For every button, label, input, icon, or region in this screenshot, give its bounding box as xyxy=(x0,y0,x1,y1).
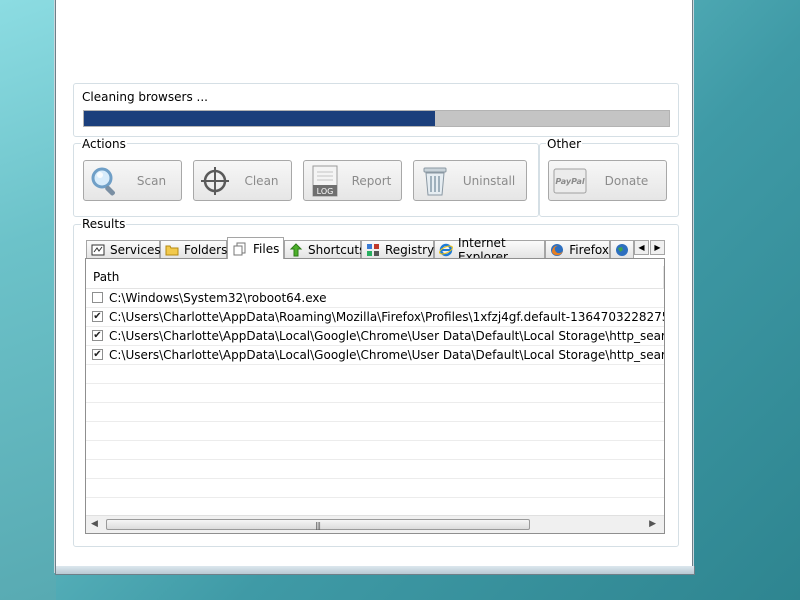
row-checkbox[interactable]: ✔ xyxy=(92,311,103,322)
scroll-left-arrow-icon[interactable]: ◀ xyxy=(91,519,98,529)
tab-files-label: Files xyxy=(253,241,280,256)
table-row[interactable]: ✔ C:\Users\Charlotte\AppData\Roaming\Mozi… xyxy=(86,308,664,327)
tab-scroll-left-button[interactable]: ◀ xyxy=(634,240,649,255)
tab-firefox-label: Firefox xyxy=(569,242,609,257)
crosshair-icon xyxy=(198,164,232,198)
tab-scroll-buttons: ◀ ▶ xyxy=(634,240,666,256)
results-group-label: Results xyxy=(81,217,127,231)
row-path: C:\Users\Charlotte\AppData\Roaming\Mozil… xyxy=(109,310,664,324)
status-text: Cleaning browsers ... xyxy=(82,90,208,104)
scrollbar-thumb[interactable]: ||| xyxy=(106,519,530,530)
green-arrow-icon xyxy=(289,242,303,258)
grip-icon: ||| xyxy=(315,521,321,530)
other-group-label: Other xyxy=(546,137,583,151)
column-separator xyxy=(663,266,664,288)
registry-icon xyxy=(366,242,380,258)
tab-shortcuts-label: Shortcuts xyxy=(308,242,366,257)
log-file-icon: LOG xyxy=(308,164,342,198)
globe-icon xyxy=(615,242,629,258)
table-row[interactable]: ✔ C:\Users\Charlotte\AppData\Local\Google… xyxy=(86,346,664,365)
uninstall-button[interactable]: Uninstall xyxy=(413,160,527,201)
table-row[interactable]: C:\Windows\System32\roboot64.exe xyxy=(86,289,664,308)
row-checkbox[interactable] xyxy=(92,292,103,303)
empty-row xyxy=(86,403,664,422)
table-row[interactable]: ✔ C:\Users\Charlotte\AppData\Local\Google… xyxy=(86,327,664,346)
empty-row xyxy=(86,460,664,479)
row-checkbox[interactable]: ✔ xyxy=(92,330,103,341)
report-button[interactable]: LOG Report xyxy=(303,160,402,201)
progress-fill xyxy=(84,111,435,126)
empty-row xyxy=(86,365,664,384)
scan-button-label: Scan xyxy=(136,173,167,188)
uninstall-button-label: Uninstall xyxy=(462,173,516,188)
paypal-text: PayPal xyxy=(555,177,584,186)
actions-group-label: Actions xyxy=(81,137,127,151)
folder-icon xyxy=(165,242,179,258)
files-icon xyxy=(232,241,248,257)
progress-bar xyxy=(83,110,670,127)
donate-button-label: Donate xyxy=(604,173,649,188)
empty-row xyxy=(86,422,664,441)
path-column-header[interactable]: Path xyxy=(86,266,664,289)
paypal-icon: PayPal xyxy=(553,164,587,198)
tab-registry-label: Registry xyxy=(385,242,435,257)
trash-can-icon xyxy=(418,164,452,198)
row-path: C:\Users\Charlotte\AppData\Local\Google\… xyxy=(109,348,664,362)
tab-shortcuts[interactable]: Shortcuts xyxy=(284,240,365,258)
path-column-header-label: Path xyxy=(93,270,120,284)
row-checkbox[interactable]: ✔ xyxy=(92,349,103,360)
files-list-panel: Path C:\Windows\System32\roboot64.exe ✔ C:… xyxy=(85,258,665,534)
services-icon xyxy=(91,242,105,258)
tab-services-label: Services xyxy=(110,242,161,257)
desktop-background xyxy=(0,0,56,600)
tab-internet-explorer[interactable]: Internet Explorer xyxy=(434,236,545,264)
report-button-label: Report xyxy=(351,173,392,188)
magnifier-icon xyxy=(88,164,122,198)
tab-firefox[interactable]: Firefox xyxy=(545,240,610,258)
empty-row xyxy=(86,384,664,403)
window-bottom-frame xyxy=(55,566,695,575)
tab-services[interactable]: Services xyxy=(86,240,161,258)
clean-button[interactable]: Clean xyxy=(193,160,292,201)
tab-chrome-partial[interactable] xyxy=(610,240,634,258)
results-tab-bar: Services Folders Files Shortcuts Registr… xyxy=(86,236,664,264)
log-badge-text: LOG xyxy=(317,187,334,196)
tab-scroll-right-button[interactable]: ▶ xyxy=(650,240,665,255)
firefox-icon xyxy=(550,242,564,258)
donate-button[interactable]: PayPal Donate xyxy=(548,160,667,201)
clean-button-label: Clean xyxy=(244,173,279,188)
empty-row xyxy=(86,441,664,460)
row-path: C:\Windows\System32\roboot64.exe xyxy=(109,291,327,305)
tab-folders[interactable]: Folders xyxy=(160,240,227,258)
horizontal-scrollbar[interactable]: ◀ ||| ▶ xyxy=(86,515,664,533)
row-path: C:\Users\Charlotte\AppData\Local\Google\… xyxy=(109,329,664,343)
empty-row xyxy=(86,479,664,498)
scan-button[interactable]: Scan xyxy=(83,160,182,201)
scroll-right-arrow-icon[interactable]: ▶ xyxy=(649,519,656,529)
tab-files[interactable]: Files xyxy=(227,237,284,259)
internet-explorer-icon xyxy=(439,242,453,258)
tab-folders-label: Folders xyxy=(184,242,228,257)
tab-registry[interactable]: Registry xyxy=(361,240,434,258)
